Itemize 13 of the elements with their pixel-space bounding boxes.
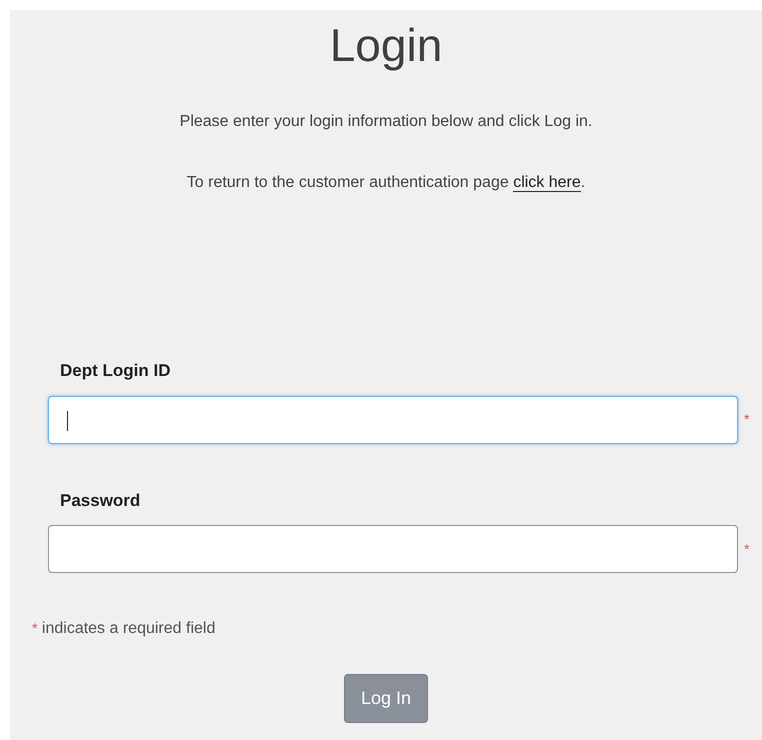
page-title: Login (328, 18, 444, 68)
click-here-link[interactable]: click here (513, 174, 581, 192)
field-label: Password (60, 490, 142, 512)
return-text: To return to the customer authentication page click here. (186, 173, 586, 194)
required-note: indicates a required field (42, 620, 216, 637)
input-field[interactable] (48, 396, 738, 444)
text-cursor (67, 410, 68, 430)
instruction-text: Please enter your login information below and click Log in. (178, 112, 594, 132)
input-field[interactable] (48, 525, 738, 573)
field-label: Dept Login ID (60, 360, 172, 382)
required-mark: * (744, 540, 750, 558)
required-mark: * (744, 410, 750, 429)
required-mark: * (32, 620, 38, 636)
